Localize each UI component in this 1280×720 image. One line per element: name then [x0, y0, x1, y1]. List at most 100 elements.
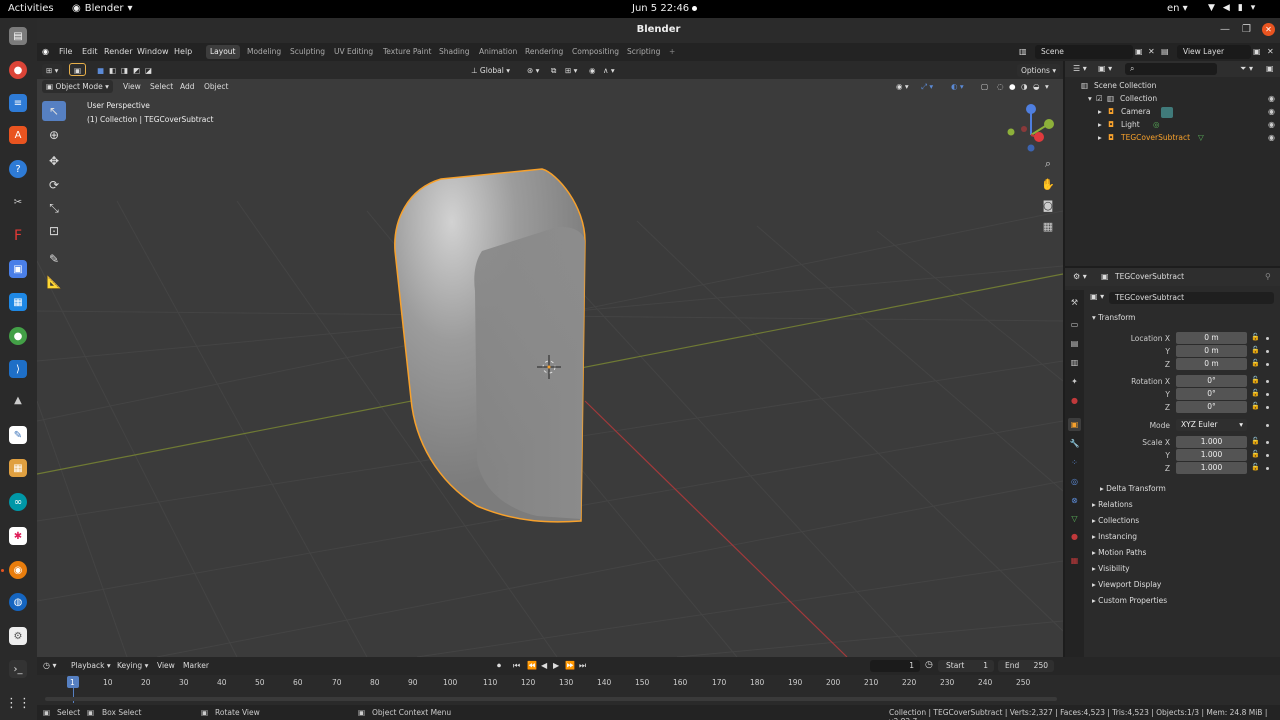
- outliner-editor-icon[interactable]: ☰ ▾: [1073, 64, 1087, 73]
- checkbox-icon[interactable]: ☑: [1096, 94, 1103, 103]
- lock-icon[interactable]: 🔓: [1251, 359, 1260, 367]
- data-tab-icon[interactable]: ▽: [1068, 512, 1081, 525]
- play-icon[interactable]: ▶: [553, 661, 559, 670]
- screenshot-tool-icon[interactable]: ✂: [9, 193, 27, 211]
- select-box-tool-icon[interactable]: ↖: [42, 101, 66, 121]
- viewport-menu-add[interactable]: Add: [176, 80, 199, 93]
- tab-sculpting[interactable]: Sculpting: [286, 45, 329, 59]
- orientation-dropdown[interactable]: ⊥ Global ▾: [467, 64, 514, 77]
- proportional-edit-icon[interactable]: ◉: [585, 64, 600, 77]
- keyframe-dot-icon[interactable]: [1266, 393, 1269, 396]
- expand-arrow-icon[interactable]: ▾: [1088, 94, 1092, 103]
- lock-icon[interactable]: 🔓: [1251, 376, 1260, 384]
- outliner-row-camera[interactable]: ▸ ◘ Camera ◉: [1065, 107, 1280, 120]
- archive-manager-icon[interactable]: ▦: [9, 459, 27, 477]
- custom-properties-panel-header[interactable]: ▸ Custom Properties: [1084, 593, 1280, 608]
- prev-keyframe-icon[interactable]: ⏪: [527, 661, 537, 670]
- expand-arrow-icon[interactable]: ▸: [1098, 120, 1102, 129]
- outliner-row-tegcoversubtract[interactable]: ▸ ◘ TEGCoverSubtract ▽ ◉: [1065, 133, 1280, 146]
- text-editor-icon[interactable]: ✎: [9, 426, 27, 444]
- menu-render[interactable]: Render: [104, 47, 132, 56]
- outliner-row-scene-collection[interactable]: ▥ Scene Collection: [1065, 81, 1280, 94]
- timeline-scrubber[interactable]: 1 10 20 30 40 50 60 70 80 90 100 110 120…: [37, 675, 1280, 705]
- select-mode-icon[interactable]: ▣: [69, 63, 87, 76]
- eye-icon[interactable]: ◉: [1268, 133, 1275, 142]
- tab-texture-paint[interactable]: Texture Paint: [379, 45, 435, 59]
- inkscape-icon[interactable]: ▲: [9, 391, 27, 409]
- options-dropdown[interactable]: Options ▾: [1017, 64, 1061, 77]
- timeline-menu-marker[interactable]: Marker: [183, 661, 209, 670]
- outliner-row-light[interactable]: ▸ ◘ Light ◎ ◉: [1065, 120, 1280, 133]
- snap-target-icon[interactable]: ⊞ ▾: [561, 64, 581, 77]
- keyframe-dot-icon[interactable]: [1266, 406, 1269, 409]
- viewport-display-panel-header[interactable]: ▸ Viewport Display: [1084, 577, 1280, 592]
- location-x-field[interactable]: 0 m: [1176, 332, 1247, 344]
- visibility-panel-header[interactable]: ▸ Visibility: [1084, 561, 1280, 576]
- shading-options-icon[interactable]: ▾: [1041, 80, 1053, 93]
- view-layer-tab-icon[interactable]: ▥: [1068, 356, 1081, 369]
- location-y-field[interactable]: 0 m: [1176, 345, 1247, 357]
- lock-icon[interactable]: 🔓: [1251, 346, 1260, 354]
- annotate-tool-icon[interactable]: ✎: [42, 249, 66, 269]
- new-scene-icon[interactable]: ▣: [1135, 47, 1143, 56]
- scene-selector[interactable]: Scene: [1035, 45, 1133, 59]
- blender-logo-icon[interactable]: ◉: [42, 47, 49, 56]
- end-frame-field[interactable]: End 250: [998, 660, 1054, 672]
- physics-tab-icon[interactable]: ◎: [1068, 475, 1081, 488]
- 3d-viewport[interactable]: ⊞ ▾ ▣ ■ ◧ ◨ ◩ ◪ ⊥ Global ▾ ⊛ ▾ ⧉ ⊞ ▾ ◉ ∧…: [37, 61, 1063, 657]
- software-center-icon[interactable]: A: [9, 126, 27, 144]
- rotation-x-field[interactable]: 0°: [1176, 375, 1247, 387]
- settings-icon[interactable]: ⚙: [9, 627, 27, 645]
- scale-y-field[interactable]: 1.000: [1176, 449, 1247, 461]
- show-apps-icon[interactable]: ⋮⋮: [5, 694, 31, 712]
- delete-scene-icon[interactable]: ✕: [1148, 47, 1155, 56]
- help-icon[interactable]: ?: [9, 160, 27, 178]
- timeline-menu-playback[interactable]: Playback ▾: [71, 661, 111, 670]
- rotate-tool-icon[interactable]: ⟳: [42, 175, 66, 195]
- light-data-icon[interactable]: ◎: [1153, 120, 1160, 129]
- rotation-mode-dropdown[interactable]: XYZ Euler ▾: [1176, 419, 1247, 431]
- location-z-field[interactable]: 0 m: [1176, 358, 1247, 370]
- remote-desktop-icon[interactable]: ▣: [9, 260, 27, 278]
- xray-icon[interactable]: ▢: [977, 80, 992, 93]
- lock-icon[interactable]: 🔓: [1251, 437, 1260, 445]
- jump-start-icon[interactable]: ⏮: [513, 661, 520, 671]
- chrome-icon[interactable]: ●: [9, 61, 27, 79]
- overlays-icon[interactable]: ◐ ▾: [947, 80, 968, 93]
- terminal-icon[interactable]: ›_: [9, 660, 27, 678]
- camera-view-icon[interactable]: ◙: [1040, 198, 1056, 214]
- lock-icon[interactable]: 🔓: [1251, 450, 1260, 458]
- keyframe-dot-icon[interactable]: [1266, 350, 1269, 353]
- tab-scripting[interactable]: Scripting: [623, 45, 664, 59]
- tab-compositing[interactable]: Compositing: [568, 45, 623, 59]
- lock-icon[interactable]: 🔓: [1251, 389, 1260, 397]
- pivot-point-icon[interactable]: ⊛ ▾: [523, 64, 543, 77]
- outliner-search-input[interactable]: ⌕: [1125, 63, 1217, 75]
- tab-layout[interactable]: Layout: [206, 45, 240, 59]
- outliner-row-collection[interactable]: ▾ ☑ ▥ Collection ◉: [1065, 94, 1280, 107]
- keyframe-dot-icon[interactable]: [1266, 424, 1269, 427]
- transform-tool-icon[interactable]: ⊡: [42, 221, 66, 241]
- next-keyframe-icon[interactable]: ⏩: [565, 661, 575, 670]
- freecad-icon[interactable]: F: [9, 227, 27, 245]
- viewport-menu-view[interactable]: View: [119, 80, 145, 93]
- rotation-z-field[interactable]: 0°: [1176, 401, 1247, 413]
- motion-paths-panel-header[interactable]: ▸ Motion Paths: [1084, 545, 1280, 560]
- scale-tool-icon[interactable]: ⤡: [42, 198, 66, 218]
- move-tool-icon[interactable]: ✥: [42, 151, 66, 171]
- constraints-tab-icon[interactable]: ⊗: [1068, 494, 1081, 507]
- tool-tab-icon[interactable]: ⚒: [1068, 296, 1081, 309]
- new-view-layer-icon[interactable]: ▣: [1253, 47, 1261, 56]
- measure-tool-icon[interactable]: 📐: [42, 272, 66, 292]
- collections-panel-header[interactable]: ▸ Collections: [1084, 513, 1280, 528]
- pin-icon[interactable]: ⚲: [1265, 272, 1271, 281]
- keyframe-dot-icon[interactable]: [1266, 441, 1269, 444]
- blender-icon[interactable]: ◉: [9, 561, 27, 579]
- eye-icon[interactable]: ◉: [1268, 94, 1275, 103]
- menu-help[interactable]: Help: [174, 47, 192, 56]
- tab-shading[interactable]: Shading: [435, 45, 473, 59]
- gizmo-toggle-icon[interactable]: ⤢ ▾: [917, 80, 937, 93]
- play-reverse-icon[interactable]: ◀: [541, 661, 547, 670]
- relations-panel-header[interactable]: ▸ Relations: [1084, 497, 1280, 512]
- tab-rendering[interactable]: Rendering: [521, 45, 567, 59]
